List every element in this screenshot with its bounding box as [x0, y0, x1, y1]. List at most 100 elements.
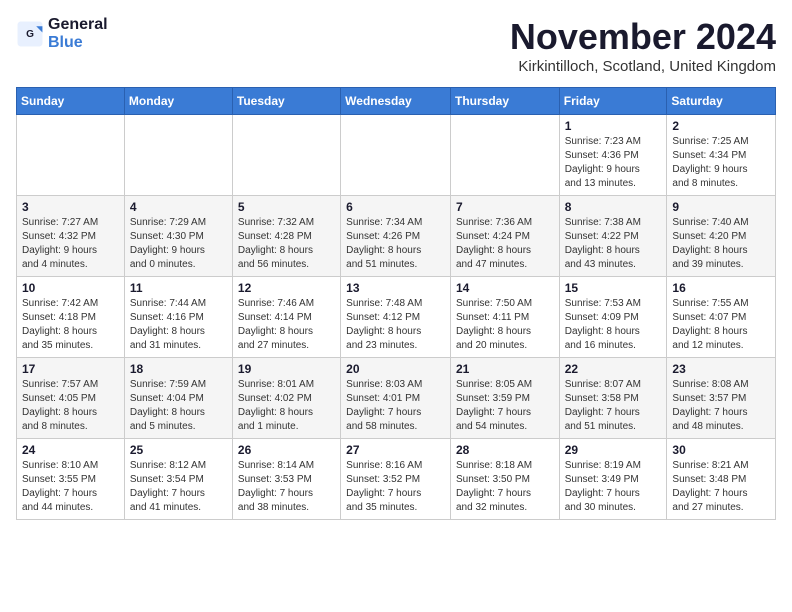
day-number: 13	[346, 281, 445, 295]
day-number: 5	[238, 200, 335, 214]
calendar-cell: 4 Sunrise: 7:29 AM Sunset: 4:30 PM Daylig…	[124, 196, 232, 277]
calendar-cell: 10Sunrise: 7:42 AM Sunset: 4:18 PM Dayli…	[17, 277, 125, 358]
top-bar: G General Blue November 2024 Kirkintillo…	[16, 16, 776, 79]
day-info: Sunrise: 7:36 AM Sunset: 4:24 PM Dayligh…	[456, 216, 554, 272]
calendar-cell: 27 Sunrise: 8:16 AM Sunset: 3:52 PM Dayli…	[341, 439, 451, 520]
calendar-cell: 12 Sunrise: 7:46 AM Sunset: 4:14 PM Dayli…	[232, 277, 340, 358]
calendar-cell: 7 Sunrise: 7:36 AM Sunset: 4:24 PM Daylig…	[450, 196, 559, 277]
day-number: 25	[130, 443, 227, 457]
header-day-sunday: Sunday	[17, 88, 125, 115]
calendar-cell: 23Sunrise: 8:08 AM Sunset: 3:57 PM Dayli…	[667, 358, 776, 439]
day-info: Sunrise: 7:46 AM Sunset: 4:14 PM Dayligh…	[238, 297, 335, 353]
day-info: Sunrise: 8:05 AM Sunset: 3:59 PM Dayligh…	[456, 378, 554, 434]
calendar-cell: 13 Sunrise: 7:48 AM Sunset: 4:12 PM Dayli…	[341, 277, 451, 358]
day-number: 2	[672, 119, 770, 133]
logo-text: General Blue	[48, 16, 108, 51]
day-info: Sunrise: 7:40 AM Sunset: 4:20 PM Dayligh…	[672, 216, 770, 272]
calendar-cell: 25 Sunrise: 8:12 AM Sunset: 3:54 PM Dayli…	[124, 439, 232, 520]
location-subtitle: Kirkintilloch, Scotland, United Kingdom	[510, 58, 776, 75]
day-info: Sunrise: 8:01 AM Sunset: 4:02 PM Dayligh…	[238, 378, 335, 434]
calendar-cell: 21 Sunrise: 8:05 AM Sunset: 3:59 PM Dayli…	[450, 358, 559, 439]
day-number: 7	[456, 200, 554, 214]
day-info: Sunrise: 7:57 AM Sunset: 4:05 PM Dayligh…	[22, 378, 119, 434]
day-number: 27	[346, 443, 445, 457]
calendar-cell	[232, 115, 340, 196]
calendar-cell: 11 Sunrise: 7:44 AM Sunset: 4:16 PM Dayli…	[124, 277, 232, 358]
day-info: Sunrise: 8:08 AM Sunset: 3:57 PM Dayligh…	[672, 378, 770, 434]
day-info: Sunrise: 7:44 AM Sunset: 4:16 PM Dayligh…	[130, 297, 227, 353]
calendar-cell: 28Sunrise: 8:18 AM Sunset: 3:50 PM Dayli…	[450, 439, 559, 520]
header-row: SundayMondayTuesdayWednesdayThursdayFrid…	[17, 88, 776, 115]
day-info: Sunrise: 7:48 AM Sunset: 4:12 PM Dayligh…	[346, 297, 445, 353]
day-number: 9	[672, 200, 770, 214]
day-info: Sunrise: 8:16 AM Sunset: 3:52 PM Dayligh…	[346, 459, 445, 515]
week-row-5: 24 Sunrise: 8:10 AM Sunset: 3:55 PM Dayli…	[17, 439, 776, 520]
logo: G General Blue	[16, 16, 108, 51]
header-day-tuesday: Tuesday	[232, 88, 340, 115]
calendar-cell: 1 Sunrise: 7:23 AM Sunset: 4:36 PM Daylig…	[559, 115, 667, 196]
header-day-saturday: Saturday	[667, 88, 776, 115]
day-number: 29	[565, 443, 662, 457]
day-number: 22	[565, 362, 662, 376]
calendar-cell: 18Sunrise: 7:59 AM Sunset: 4:04 PM Dayli…	[124, 358, 232, 439]
calendar-header: SundayMondayTuesdayWednesdayThursdayFrid…	[17, 88, 776, 115]
calendar-cell: 2Sunrise: 7:25 AM Sunset: 4:34 PM Daylig…	[667, 115, 776, 196]
week-row-3: 10Sunrise: 7:42 AM Sunset: 4:18 PM Dayli…	[17, 277, 776, 358]
calendar-cell: 24 Sunrise: 8:10 AM Sunset: 3:55 PM Dayli…	[17, 439, 125, 520]
day-number: 12	[238, 281, 335, 295]
day-info: Sunrise: 8:19 AM Sunset: 3:49 PM Dayligh…	[565, 459, 662, 515]
day-number: 24	[22, 443, 119, 457]
day-number: 21	[456, 362, 554, 376]
day-number: 10	[22, 281, 119, 295]
day-number: 15	[565, 281, 662, 295]
day-number: 16	[672, 281, 770, 295]
day-info: Sunrise: 7:23 AM Sunset: 4:36 PM Dayligh…	[565, 135, 662, 191]
week-row-1: 1 Sunrise: 7:23 AM Sunset: 4:36 PM Daylig…	[17, 115, 776, 196]
day-info: Sunrise: 7:50 AM Sunset: 4:11 PM Dayligh…	[456, 297, 554, 353]
calendar-cell	[17, 115, 125, 196]
day-number: 19	[238, 362, 335, 376]
calendar-cell: 19 Sunrise: 8:01 AM Sunset: 4:02 PM Dayli…	[232, 358, 340, 439]
day-info: Sunrise: 7:59 AM Sunset: 4:04 PM Dayligh…	[130, 378, 227, 434]
calendar-cell: 17 Sunrise: 7:57 AM Sunset: 4:05 PM Dayli…	[17, 358, 125, 439]
day-number: 17	[22, 362, 119, 376]
week-row-2: 3 Sunrise: 7:27 AM Sunset: 4:32 PM Daylig…	[17, 196, 776, 277]
calendar-cell: 5 Sunrise: 7:32 AM Sunset: 4:28 PM Daylig…	[232, 196, 340, 277]
header-day-thursday: Thursday	[450, 88, 559, 115]
calendar-body: 1 Sunrise: 7:23 AM Sunset: 4:36 PM Daylig…	[17, 115, 776, 520]
day-info: Sunrise: 8:10 AM Sunset: 3:55 PM Dayligh…	[22, 459, 119, 515]
day-number: 20	[346, 362, 445, 376]
day-number: 30	[672, 443, 770, 457]
day-info: Sunrise: 8:07 AM Sunset: 3:58 PM Dayligh…	[565, 378, 662, 434]
calendar-cell	[124, 115, 232, 196]
day-info: Sunrise: 8:14 AM Sunset: 3:53 PM Dayligh…	[238, 459, 335, 515]
header-day-wednesday: Wednesday	[341, 88, 451, 115]
week-row-4: 17 Sunrise: 7:57 AM Sunset: 4:05 PM Dayli…	[17, 358, 776, 439]
header-day-friday: Friday	[559, 88, 667, 115]
title-section: November 2024 Kirkintilloch, Scotland, U…	[510, 16, 776, 75]
day-number: 3	[22, 200, 119, 214]
calendar-cell: 15 Sunrise: 7:53 AM Sunset: 4:09 PM Dayli…	[559, 277, 667, 358]
day-info: Sunrise: 8:12 AM Sunset: 3:54 PM Dayligh…	[130, 459, 227, 515]
day-number: 11	[130, 281, 227, 295]
day-number: 4	[130, 200, 227, 214]
calendar-cell: 30Sunrise: 8:21 AM Sunset: 3:48 PM Dayli…	[667, 439, 776, 520]
calendar-table: SundayMondayTuesdayWednesdayThursdayFrid…	[16, 87, 776, 520]
calendar-cell: 20Sunrise: 8:03 AM Sunset: 4:01 PM Dayli…	[341, 358, 451, 439]
day-info: Sunrise: 7:29 AM Sunset: 4:30 PM Dayligh…	[130, 216, 227, 272]
svg-text:G: G	[26, 29, 34, 40]
day-info: Sunrise: 7:55 AM Sunset: 4:07 PM Dayligh…	[672, 297, 770, 353]
day-info: Sunrise: 7:53 AM Sunset: 4:09 PM Dayligh…	[565, 297, 662, 353]
day-info: Sunrise: 7:27 AM Sunset: 4:32 PM Dayligh…	[22, 216, 119, 272]
calendar-cell: 8Sunrise: 7:38 AM Sunset: 4:22 PM Daylig…	[559, 196, 667, 277]
day-number: 28	[456, 443, 554, 457]
calendar-cell: 3 Sunrise: 7:27 AM Sunset: 4:32 PM Daylig…	[17, 196, 125, 277]
day-number: 26	[238, 443, 335, 457]
day-info: Sunrise: 7:32 AM Sunset: 4:28 PM Dayligh…	[238, 216, 335, 272]
calendar-cell: 14Sunrise: 7:50 AM Sunset: 4:11 PM Dayli…	[450, 277, 559, 358]
calendar-cell: 29 Sunrise: 8:19 AM Sunset: 3:49 PM Dayli…	[559, 439, 667, 520]
day-number: 1	[565, 119, 662, 133]
calendar-cell: 22 Sunrise: 8:07 AM Sunset: 3:58 PM Dayli…	[559, 358, 667, 439]
calendar-cell: 16 Sunrise: 7:55 AM Sunset: 4:07 PM Dayli…	[667, 277, 776, 358]
calendar-cell: 6Sunrise: 7:34 AM Sunset: 4:26 PM Daylig…	[341, 196, 451, 277]
